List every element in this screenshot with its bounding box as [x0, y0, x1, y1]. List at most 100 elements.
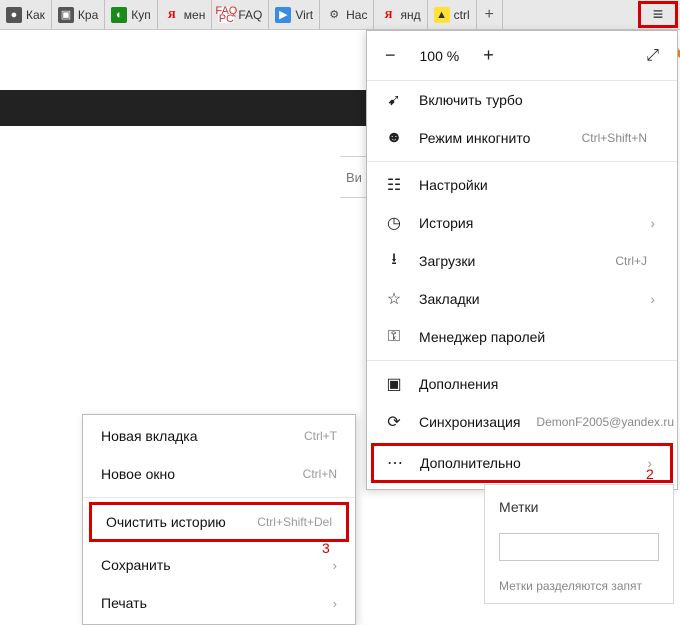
- zoom-row: − 100 % + ⤢: [367, 31, 677, 81]
- menu-turbo[interactable]: ➹ Включить турбо: [367, 81, 677, 119]
- main-menu-button-highlight: ≡: [638, 1, 678, 28]
- menu-passwords[interactable]: ⚿ Менеджер паролей: [367, 318, 677, 356]
- yandex-icon: Я: [164, 7, 180, 23]
- tab-4[interactable]: FAQPC FAQ: [212, 0, 269, 29]
- tab-label: Virt: [295, 8, 313, 22]
- tab-strip: ● Как ▣ Кра ◐ Куп Я мен FAQPC FAQ ▶ Virt…: [0, 0, 680, 30]
- tab-label: Нас: [346, 8, 367, 22]
- menu-label: Дополнительно: [420, 455, 631, 471]
- picture-icon: ▲: [434, 7, 450, 23]
- menu-history[interactable]: ◷ История ›: [367, 204, 677, 242]
- faq-icon: FAQPC: [218, 7, 234, 23]
- star-outline-icon: ☆: [385, 290, 403, 308]
- menu-label: История: [419, 215, 634, 231]
- fullscreen-icon[interactable]: ⤢: [646, 47, 659, 65]
- menu-label: Дополнения: [419, 376, 659, 392]
- tab-0[interactable]: ● Как: [0, 0, 52, 29]
- virtualbox-icon: ▶: [275, 7, 291, 23]
- menu-label: Синхронизация: [419, 414, 520, 430]
- rocket-icon: ➹: [385, 91, 403, 109]
- ellipsis-icon: ⋯: [386, 454, 404, 472]
- tab-3[interactable]: Я мен: [158, 0, 213, 29]
- chevron-right-icon: ›: [333, 558, 337, 573]
- tags-input[interactable]: [499, 533, 659, 561]
- additional-submenu: Новая вкладка Ctrl+T Новое окно Ctrl+N О…: [82, 414, 356, 625]
- submenu-label: Новая вкладка: [101, 428, 304, 444]
- separator: [83, 497, 355, 498]
- submenu-shortcut: Ctrl+T: [304, 429, 337, 443]
- separator: [367, 161, 677, 162]
- menu-label: Загрузки: [419, 253, 599, 269]
- tab-label: FAQ: [238, 8, 262, 22]
- tab-2[interactable]: ◐ Куп: [105, 0, 158, 29]
- menu-addons[interactable]: ▣ Дополнения: [367, 365, 677, 403]
- submenu-clear-history-highlight[interactable]: Очистить историю Ctrl+Shift+Del: [89, 502, 349, 542]
- annotation-2: 2: [646, 466, 654, 482]
- chevron-right-icon: ›: [650, 215, 659, 231]
- tab-5[interactable]: ▶ Virt: [269, 0, 320, 29]
- gear-icon: ⚙: [326, 7, 342, 23]
- submenu-label: Сохранить: [101, 557, 333, 573]
- globe-icon: ●: [6, 7, 22, 23]
- menu-incognito[interactable]: ☻ Режим инкогнито Ctrl+Shift+N: [367, 119, 677, 157]
- tab-label: ctrl: [454, 8, 470, 22]
- tags-panel: Метки Метки разделяются запят: [484, 484, 674, 604]
- menu-settings[interactable]: ☷ Настройки: [367, 166, 677, 204]
- square-icon: ▣: [58, 7, 74, 23]
- tab-label: янд: [400, 8, 420, 22]
- yandex-icon: Я: [380, 7, 396, 23]
- annotation-3: 3: [322, 540, 330, 556]
- menu-bookmarks[interactable]: ☆ Закладки ›: [367, 280, 677, 318]
- tab-label: мен: [184, 8, 206, 22]
- tab-spacer: [503, 0, 638, 29]
- zoom-in-button[interactable]: +: [483, 45, 494, 66]
- clock-icon: ◷: [385, 214, 403, 232]
- circle-icon: ◐: [111, 7, 127, 23]
- hamburger-icon[interactable]: ≡: [653, 4, 664, 25]
- menu-additional-highlight[interactable]: ⋯ Дополнительно ›: [371, 443, 673, 483]
- download-icon: ⭳: [385, 252, 403, 270]
- menu-label: Режим инкогнито: [419, 130, 566, 146]
- menu-shortcut: Ctrl+J: [615, 254, 659, 268]
- menu-label: Закладки: [419, 291, 634, 307]
- menu-shortcut: Ctrl+Shift+N: [582, 131, 659, 145]
- tab-7[interactable]: Я янд: [374, 0, 427, 29]
- submenu-new-tab[interactable]: Новая вкладка Ctrl+T: [83, 417, 355, 455]
- separator: [367, 360, 677, 361]
- chevron-right-icon: ›: [650, 291, 659, 307]
- tab-label: Кра: [78, 8, 98, 22]
- tags-title: Метки: [499, 499, 659, 515]
- page-header-strip: [0, 90, 366, 126]
- puzzle-icon: ▣: [385, 375, 403, 393]
- chevron-right-icon: ›: [333, 596, 337, 611]
- menu-sync[interactable]: ⟳ Синхронизация DemonF2005@yandex.ru: [367, 403, 677, 441]
- sync-icon: ⟳: [385, 413, 403, 431]
- submenu-shortcut: Ctrl+N: [303, 467, 337, 481]
- tags-hint: Метки разделяются запят: [499, 579, 642, 593]
- tab-6[interactable]: ⚙ Нас: [320, 0, 374, 29]
- zoom-level: 100 %: [420, 48, 460, 64]
- menu-label: Менеджер паролей: [419, 329, 659, 345]
- submenu-label: Очистить историю: [106, 514, 257, 530]
- submenu-save[interactable]: Сохранить ›: [83, 546, 355, 584]
- zoom-out-button[interactable]: −: [385, 45, 396, 66]
- submenu-shortcut: Ctrl+Shift+Del: [257, 515, 332, 529]
- submenu-label: Новое окно: [101, 466, 303, 482]
- key-icon: ⚿: [385, 328, 403, 346]
- submenu-print[interactable]: Печать ›: [83, 584, 355, 622]
- menu-label: Настройки: [419, 177, 659, 193]
- page-card-text: Ви: [346, 170, 362, 185]
- tab-label: Куп: [131, 8, 151, 22]
- tab-label: Как: [26, 8, 45, 22]
- main-menu-dropdown: − 100 % + ⤢ ➹ Включить турбо ☻ Режим инк…: [366, 30, 678, 490]
- menu-downloads[interactable]: ⭳ Загрузки Ctrl+J: [367, 242, 677, 280]
- incognito-icon: ☻: [385, 129, 403, 147]
- new-tab-button[interactable]: +: [477, 0, 503, 29]
- tab-8[interactable]: ▲ ctrl: [428, 0, 477, 29]
- submenu-label: Печать: [101, 595, 333, 611]
- submenu-new-window[interactable]: Новое окно Ctrl+N: [83, 455, 355, 493]
- tab-1[interactable]: ▣ Кра: [52, 0, 105, 29]
- menu-label: Включить турбо: [419, 92, 659, 108]
- sliders-icon: ☷: [385, 176, 403, 194]
- sync-email: DemonF2005@yandex.ru: [536, 415, 680, 429]
